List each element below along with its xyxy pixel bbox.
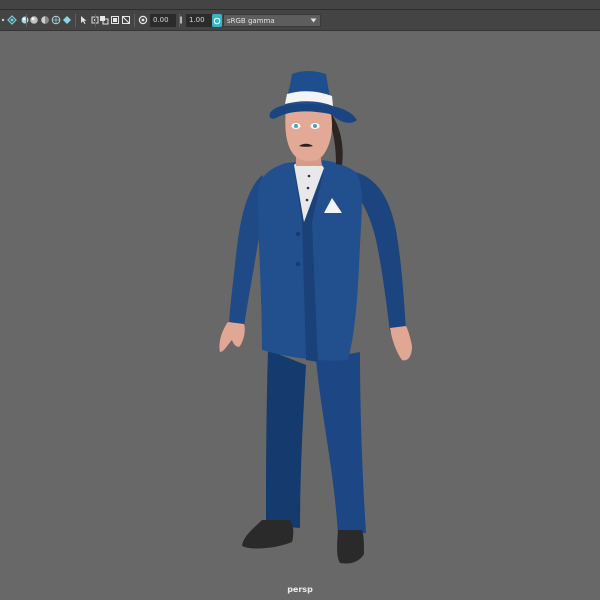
- camera-name-label: persp: [287, 585, 313, 594]
- character-model: [219, 71, 412, 564]
- right-hand: [390, 326, 412, 361]
- right-iris: [313, 124, 317, 128]
- left-iris: [294, 124, 298, 128]
- left-shoe: [242, 520, 294, 549]
- shirt-button: [305, 198, 309, 202]
- head: [285, 108, 332, 162]
- left-hand: [219, 322, 245, 352]
- 3d-viewport[interactable]: [0, 31, 600, 600]
- maya-viewport-app: 0.00 1.00 sRGB gamma persp: [0, 0, 600, 600]
- jacket-button: [295, 231, 301, 237]
- shirt-button: [307, 174, 311, 178]
- right-leg: [316, 352, 366, 535]
- right-shoe: [337, 530, 364, 564]
- jacket-button: [295, 261, 301, 267]
- shirt-button: [306, 186, 310, 190]
- left-leg: [266, 350, 306, 528]
